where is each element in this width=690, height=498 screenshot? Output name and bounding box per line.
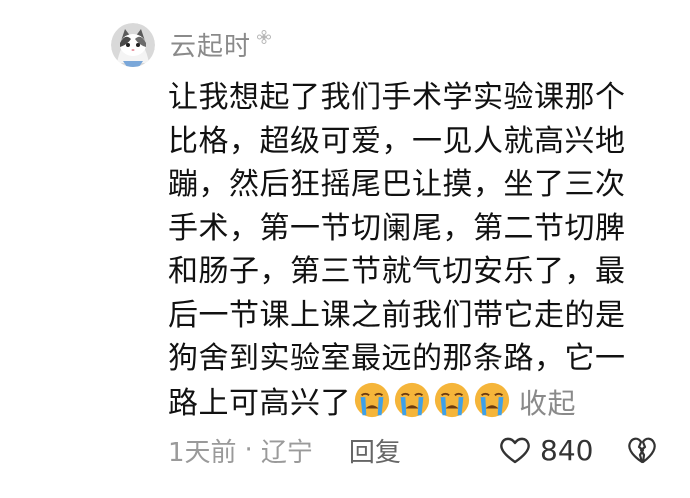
avatar[interactable] [111, 23, 155, 67]
crying-face-icon [434, 382, 470, 417]
comment-line: 和肠子，第三节就气切安乐了，最 [168, 254, 626, 289]
comment-text: 让我想起了我们手术学实验课那个 比格，超级可爱，一见人就高兴地 蹦，然后狂摇尾巴… [168, 76, 668, 425]
like-button[interactable]: 840 [498, 430, 593, 470]
like-count: 840 [540, 433, 594, 467]
crying-face-icon [394, 382, 430, 417]
comment-line: 让我想起了我们手术学实验课那个 [168, 80, 626, 115]
comment-line: 后一节课上课之前我们带它走的是 [168, 297, 626, 333]
location: 辽宁 [260, 437, 313, 468]
meta-separator: · [244, 435, 253, 465]
avatar-cat-image [111, 23, 155, 67]
comment-line: 狗舍到实验室最远的那条路，它一 [168, 341, 626, 376]
comment-line: 手术，第一节切阑尾，第二节切脾 [168, 210, 626, 246]
comment-line: 路上可高兴了 [168, 385, 351, 421]
comment-line: 蹦，然后狂摇尾巴让摸，坐了三次 [168, 167, 626, 202]
username[interactable]: 云起时 [170, 26, 251, 63]
crying-face-icon [474, 382, 510, 417]
comment-last-line: 路上可高兴了 收起 [168, 381, 668, 426]
timestamp: 1天前 [168, 437, 237, 468]
collapse-button[interactable]: 收起 [519, 387, 576, 420]
comment-card: 云起时 让我想起了我们手术学实验课那个 比格，超级可爱，一见人就高兴地 蹦，然后… [0, 0, 690, 498]
username-row: 云起时 [170, 26, 272, 63]
comment-line: 比格，超级可爱，一见人就高兴地 [168, 123, 626, 159]
emoji-row [353, 381, 511, 419]
broken-heart-icon[interactable] [626, 434, 658, 466]
crying-face-icon [354, 382, 390, 417]
comment-footer: 1天前 · 辽宁 回复 840 [168, 430, 658, 470]
reply-button[interactable]: 回复 [349, 432, 401, 469]
flower-badge-icon [257, 30, 272, 44]
heart-icon [500, 437, 530, 464]
